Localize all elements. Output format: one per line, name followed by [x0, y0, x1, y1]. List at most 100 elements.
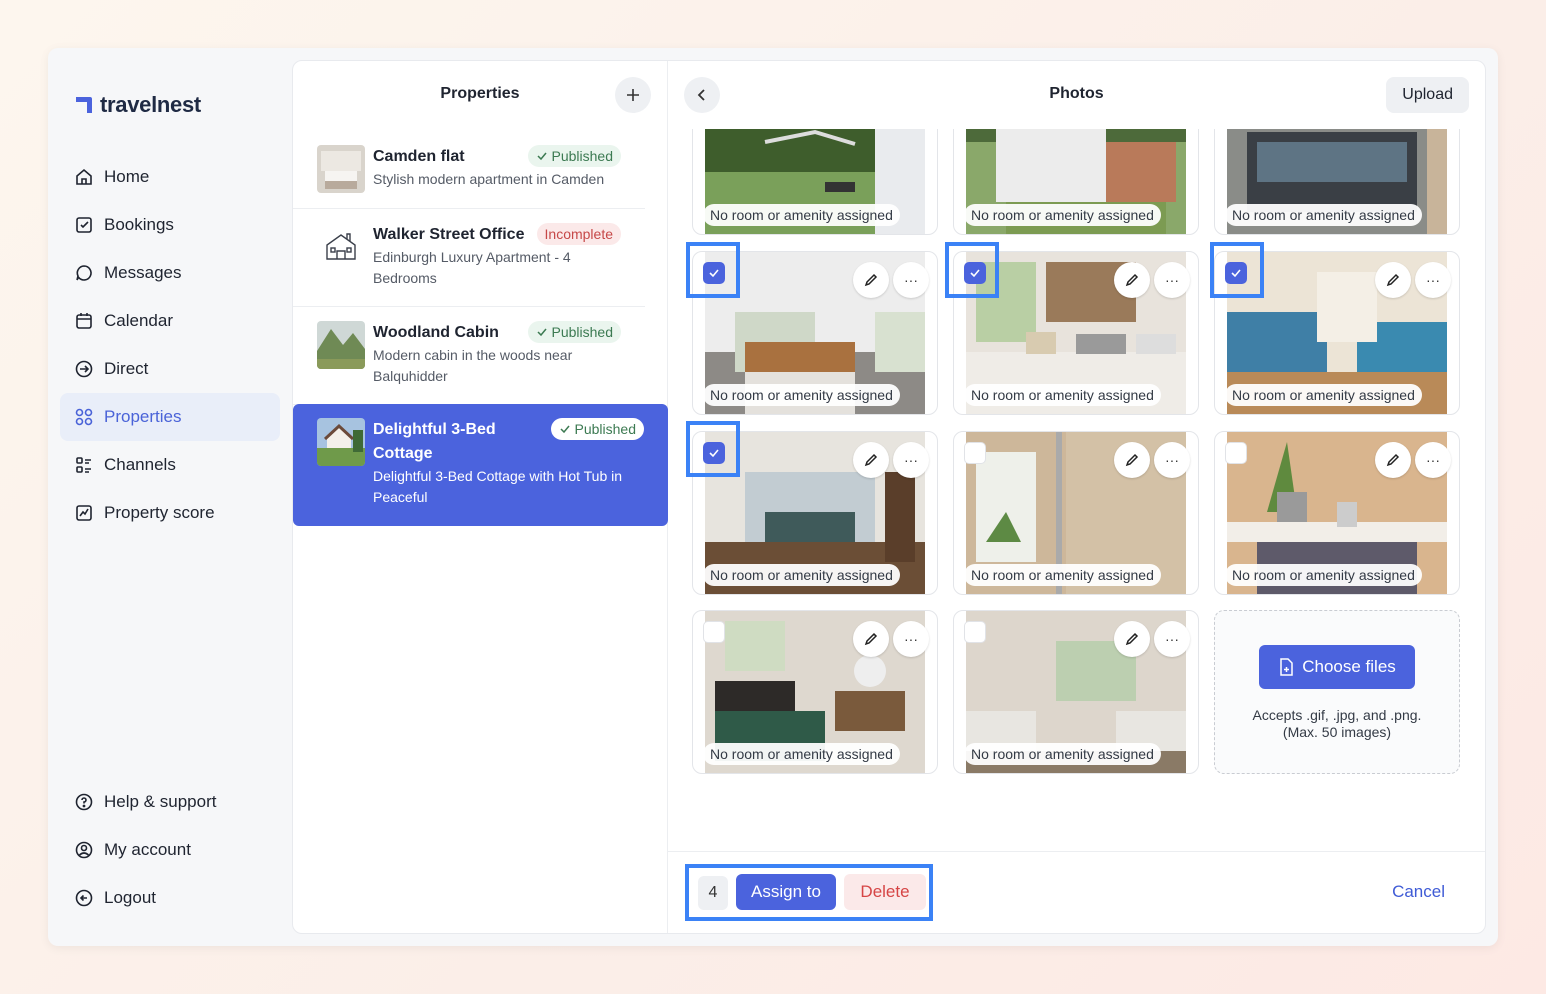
photo-card[interactable]: No room or amenity assigned: [692, 129, 938, 235]
photo-assignment-tag: No room or amenity assigned: [703, 384, 900, 406]
photo-select-checkbox[interactable]: [703, 621, 725, 643]
nav-label: Home: [104, 167, 150, 186]
edit-photo-button[interactable]: [1375, 442, 1411, 478]
photo-card[interactable]: ··· No room or amenity assigned: [692, 610, 938, 774]
photo-more-button[interactable]: ···: [893, 621, 929, 657]
channels-icon: [74, 455, 94, 475]
photo-select-checkbox[interactable]: [964, 621, 986, 643]
photo-card[interactable]: No room or amenity assigned: [953, 129, 1199, 235]
more-icon: ···: [1426, 272, 1440, 288]
add-property-button[interactable]: [615, 77, 651, 113]
home-icon: [74, 167, 94, 187]
properties-title: Properties: [440, 85, 520, 102]
plus-icon: [627, 89, 639, 101]
pencil-icon: [864, 632, 878, 646]
nav-label: Bookings: [104, 215, 174, 234]
photo-card[interactable]: ··· No room or amenity assigned: [1214, 431, 1460, 595]
pencil-icon: [1125, 453, 1139, 467]
photo-select-checkbox[interactable]: [964, 442, 986, 464]
nav-label: Direct: [104, 359, 149, 378]
upload-button[interactable]: Upload: [1386, 77, 1469, 113]
photo-assignment-tag: No room or amenity assigned: [964, 384, 1161, 406]
property-thumbnail: [317, 321, 365, 369]
bookings-icon: [74, 215, 94, 235]
nav-item-my-account[interactable]: My account: [60, 826, 280, 874]
status-badge: Published: [550, 418, 644, 440]
help-icon: [74, 792, 94, 812]
edit-photo-button[interactable]: [1114, 621, 1150, 657]
edit-photo-button[interactable]: [1114, 442, 1150, 478]
account-icon: [74, 840, 94, 860]
nav-item-messages[interactable]: Messages: [60, 249, 280, 297]
pencil-icon: [1125, 273, 1139, 287]
photo-assignment-tag: No room or amenity assigned: [1225, 204, 1422, 226]
pencil-icon: [1386, 453, 1400, 467]
nav-item-logout[interactable]: Logout: [60, 874, 280, 922]
property-description: Modern cabin in the woods near Balquhidd…: [373, 347, 573, 384]
property-item-delightful-cottage[interactable]: Delightful 3-Bed Cottage Delightful 3-Be…: [293, 404, 668, 526]
checkbox-highlight: [945, 242, 999, 298]
property-score-icon: [74, 503, 94, 523]
photo-more-button[interactable]: ···: [1154, 262, 1190, 298]
nav-item-bookings[interactable]: Bookings: [60, 201, 280, 249]
photos-title: Photos: [1049, 85, 1104, 102]
nav-item-help[interactable]: Help & support: [60, 778, 280, 826]
photos-panel: Photos Upload No room or amenity assigne…: [668, 61, 1485, 933]
nav-label: Messages: [104, 263, 182, 282]
photo-card[interactable]: ··· No room or amenity assigned: [953, 431, 1199, 595]
photo-card[interactable]: ··· No room or amenity assigned: [953, 610, 1199, 774]
nav-item-direct[interactable]: Direct: [60, 345, 280, 393]
building-icon: [317, 223, 365, 271]
photo-more-button[interactable]: ···: [1154, 621, 1190, 657]
more-icon: ···: [904, 452, 918, 468]
check-icon: [559, 425, 570, 434]
nav-item-calendar[interactable]: Calendar: [60, 297, 280, 345]
messages-icon: [74, 263, 94, 283]
brand-name: travelnest: [100, 92, 201, 117]
photo-more-button[interactable]: ···: [1154, 442, 1190, 478]
choose-files-button[interactable]: Choose files: [1259, 645, 1415, 689]
nav-item-property-score[interactable]: Property score: [60, 489, 280, 537]
nav-label: Calendar: [104, 311, 173, 330]
sidebar: travelnest Home Bookings Messages Calend…: [48, 48, 292, 946]
status-badge: Published: [527, 321, 621, 343]
photo-more-button[interactable]: ···: [893, 442, 929, 478]
logout-icon: [74, 888, 94, 908]
property-description: Edinburgh Luxury Apartment - 4 Bedrooms: [373, 249, 571, 286]
main-nav: Home Bookings Messages Calendar Direct P…: [60, 153, 280, 537]
photo-select-checkbox[interactable]: [1225, 442, 1247, 464]
main-panel: Properties Camden flat Stylish modern ap…: [292, 60, 1486, 934]
edit-photo-button[interactable]: [1114, 262, 1150, 298]
edit-photo-button[interactable]: [853, 621, 889, 657]
edit-photo-button[interactable]: [853, 262, 889, 298]
photo-assignment-tag: No room or amenity assigned: [1225, 384, 1422, 406]
property-item-camden-flat[interactable]: Camden flat Stylish modern apartment in …: [293, 131, 645, 209]
property-item-walker-street-office[interactable]: Walker Street Office Edinburgh Luxury Ap…: [293, 209, 645, 307]
photo-more-button[interactable]: ···: [893, 262, 929, 298]
photo-assignment-tag: No room or amenity assigned: [964, 204, 1161, 226]
property-description: Delightful 3-Bed Cottage with Hot Tub in…: [373, 468, 623, 505]
photo-card[interactable]: No room or amenity assigned: [1214, 129, 1460, 235]
cancel-button[interactable]: Cancel: [1392, 882, 1445, 902]
app-window: travelnest Home Bookings Messages Calend…: [48, 48, 1498, 946]
photo-more-button[interactable]: ···: [1415, 262, 1451, 298]
nav-item-home[interactable]: Home: [60, 153, 280, 201]
more-icon: ···: [904, 631, 918, 647]
edit-photo-button[interactable]: [1375, 262, 1411, 298]
nav-item-channels[interactable]: Channels: [60, 441, 280, 489]
nav-item-properties[interactable]: Properties: [60, 393, 280, 441]
photo-assignment-tag: No room or amenity assigned: [1225, 564, 1422, 586]
more-icon: ···: [1426, 452, 1440, 468]
bottom-nav: Help & support My account Logout: [60, 778, 280, 922]
nav-label: Logout: [104, 888, 156, 907]
brand-logo[interactable]: travelnest: [74, 92, 201, 118]
more-icon: ···: [1165, 452, 1179, 468]
edit-photo-button[interactable]: [853, 442, 889, 478]
photo-grid: No room or amenity assigned No room or a…: [692, 129, 1462, 851]
nav-label: Channels: [104, 455, 176, 474]
photo-more-button[interactable]: ···: [1415, 442, 1451, 478]
calendar-icon: [74, 311, 94, 331]
property-item-woodland-cabin[interactable]: Woodland Cabin Modern cabin in the woods…: [293, 307, 645, 405]
checkbox-highlight: [686, 421, 740, 477]
upload-dropzone[interactable]: Choose files Accepts .gif, .jpg, and .pn…: [1214, 610, 1460, 774]
